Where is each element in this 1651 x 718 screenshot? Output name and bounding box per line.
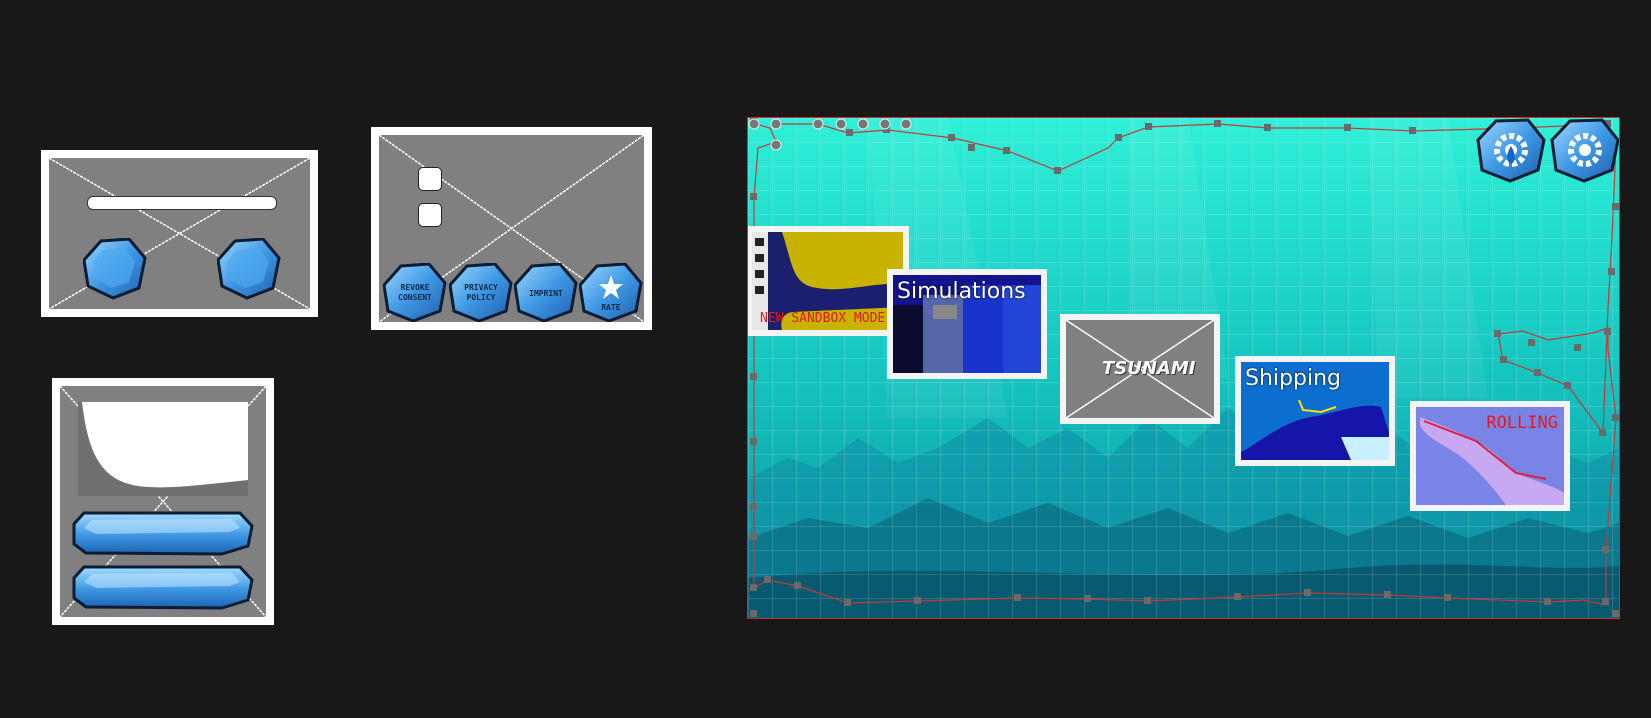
gem-button-right[interactable] [217,238,281,300]
card-title-shipping: Shipping [1245,366,1341,391]
gear-water-icon[interactable] [1476,118,1546,184]
pill-button-bottom[interactable] [72,564,254,610]
card-shipping[interactable]: Shipping [1235,356,1395,466]
level-select-scene: NEW SANDBOX MODE Simulations TSUNAMI Shi… [747,117,1620,619]
card-simulations[interactable]: Simulations [887,269,1047,379]
panel-slider-gems [41,150,318,317]
revoke-consent-button[interactable]: REVOKE CONSENT [383,263,447,322]
card-rolling[interactable]: ROLLING [1410,401,1570,511]
panel-slider-gems-inner [49,158,310,309]
falloff-curve-graph [78,402,248,496]
panel-curve-inner [60,386,266,617]
rate-button[interactable]: RATE [579,263,643,322]
sandbox-preview: NEW SANDBOX MODE [752,232,903,330]
imprint-label: IMPRINT [529,289,563,298]
panel-consent-inner: REVOKE CONSENT PRIVACY POLICY IMPRINT RA… [379,135,644,322]
imprint-button[interactable]: IMPRINT [514,263,578,322]
card-title-simulations: Simulations [897,279,1026,304]
rate-label: RATE [601,303,620,312]
checkbox-1[interactable] [418,167,442,191]
simulations-preview: Simulations [893,275,1041,373]
card-title-rolling: ROLLING [1486,413,1558,433]
tsunami-preview: TSUNAMI [1066,320,1214,418]
panel-curve-pills [52,378,274,625]
checkbox-2[interactable] [418,203,442,227]
card-tsunami[interactable]: TSUNAMI [1060,314,1220,424]
revoke-consent-label-1: REVOKE [401,283,430,292]
privacy-policy-label-1: PRIVACY [464,283,498,292]
gem-button-left[interactable] [83,238,147,300]
card-title-tsunami: TSUNAMI [1102,358,1196,379]
privacy-policy-button[interactable]: PRIVACY POLICY [449,263,513,322]
revoke-consent-label-2: CONSENT [398,293,432,302]
card-title-sandbox: NEW SANDBOX MODE [760,311,886,326]
gear-icon[interactable] [1550,118,1620,184]
pill-button-top[interactable] [72,510,254,556]
rolling-preview: ROLLING [1416,407,1564,505]
privacy-policy-label-2: POLICY [467,293,496,302]
shipping-preview: Shipping [1241,362,1389,460]
panel-consent-buttons: REVOKE CONSENT PRIVACY POLICY IMPRINT RA… [371,127,652,330]
slider-track[interactable] [87,196,277,210]
card-new-sandbox-mode[interactable]: NEW SANDBOX MODE [748,226,909,336]
